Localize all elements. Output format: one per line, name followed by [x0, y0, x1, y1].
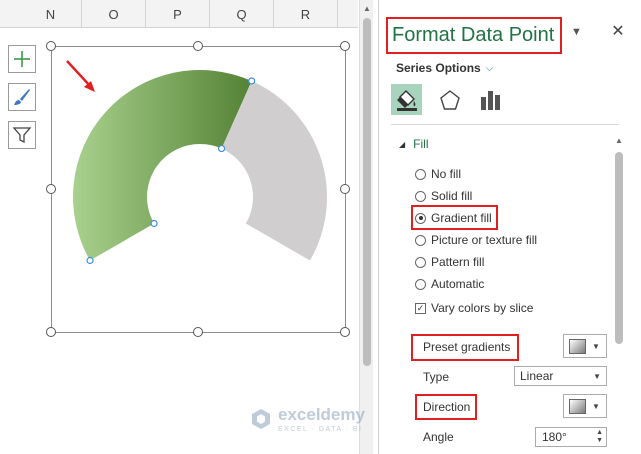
automatic-fill-radio[interactable] — [415, 278, 426, 290]
preset-gradients-label: Preset gradients — [423, 340, 511, 354]
watermark: exceldemy EXCEL · DATA · BI — [250, 405, 365, 433]
vary-colors-label: Vary colors by slice — [431, 301, 534, 315]
dropdown-arrow-icon: ▼ — [593, 371, 601, 381]
column-header-n[interactable]: N — [20, 0, 82, 28]
point-selection-handle-2[interactable] — [248, 77, 256, 85]
column-header-q[interactable]: Q — [210, 0, 274, 28]
solid-fill-radio[interactable] — [415, 190, 426, 202]
pattern-fill-option[interactable]: Pattern fill — [415, 255, 484, 269]
gradient-type-select[interactable]: Linear ▼ — [514, 366, 607, 386]
solid-fill-label: Solid fill — [431, 189, 473, 203]
picture-texture-fill-radio[interactable] — [415, 234, 426, 246]
fill-section-header[interactable]: ◢ Fill — [399, 137, 428, 151]
angle-label: Angle — [423, 430, 454, 444]
no-fill-radio[interactable] — [415, 168, 426, 180]
pane-title: Format Data Point — [392, 24, 555, 46]
solid-fill-option[interactable]: Solid fill — [415, 189, 472, 203]
series-options-label: Series Options — [396, 61, 481, 75]
dropdown-arrow-icon: ▼ — [592, 341, 600, 351]
bar-chart-icon — [480, 90, 500, 110]
pane-options-dropdown-icon[interactable]: ▼ — [571, 26, 582, 38]
automatic-fill-label: Automatic — [431, 277, 485, 291]
resize-handle-top-left[interactable] — [46, 41, 56, 51]
scrollbar-thumb[interactable] — [615, 152, 623, 344]
angle-spinner[interactable]: 180° ▲ ▼ — [535, 427, 607, 447]
sheet-vertical-scrollbar[interactable]: ▲ — [359, 0, 373, 454]
format-data-point-pane: Format Data Point ▼ ✕ Series Options ⌵ ◢… — [378, 0, 641, 454]
resize-handle-bottom[interactable] — [193, 327, 203, 337]
close-button[interactable]: ✕ — [608, 21, 628, 41]
doughnut-slice-1[interactable] — [73, 70, 252, 261]
gradient-swatch-icon — [569, 338, 586, 354]
watermark-name: exceldemy — [278, 405, 365, 424]
dropdown-arrow-icon: ▼ — [592, 401, 600, 411]
gradient-fill-option[interactable]: Gradient fill — [415, 211, 492, 225]
annotation-arrow-icon — [66, 60, 95, 92]
vary-colors-checkbox[interactable]: ✓ — [415, 302, 426, 314]
worksheet-area: N O P Q R — [0, 0, 358, 454]
no-fill-label: No fill — [431, 167, 462, 181]
resize-handle-top[interactable] — [193, 41, 203, 51]
type-label: Type — [423, 370, 450, 384]
pane-vertical-scrollbar[interactable]: ▲ — [613, 136, 625, 454]
column-header-r[interactable]: R — [274, 0, 338, 28]
direction-label: Direction — [423, 400, 471, 414]
chart-elements-button[interactable] — [8, 45, 36, 73]
column-header-row: N O P Q R — [0, 0, 358, 28]
collapse-triangle-icon: ◢ — [399, 139, 406, 149]
excel-window: N O P Q R ▲ Format Data Point ▼ ✕ Series… — [0, 0, 641, 454]
gradient-fill-label: Gradient fill — [431, 211, 492, 225]
preset-gradients-picker[interactable]: ▼ — [563, 334, 607, 358]
no-fill-option[interactable]: No fill — [415, 167, 461, 181]
column-header-o[interactable]: O — [82, 0, 146, 28]
picture-texture-fill-option[interactable]: Picture or texture fill — [415, 233, 537, 247]
chart-filters-button[interactable] — [8, 121, 36, 149]
resize-handle-bottom-right[interactable] — [340, 327, 350, 337]
direction-swatch-icon — [569, 398, 586, 414]
gradient-fill-radio[interactable] — [415, 212, 426, 224]
series-options-tab[interactable] — [474, 84, 505, 115]
fill-line-tab[interactable] — [391, 84, 422, 115]
exceldemy-logo-icon — [252, 409, 270, 429]
pane-divider — [391, 124, 619, 125]
point-selection-handle-1[interactable] — [86, 256, 94, 265]
pane-title-highlight: Format Data Point — [386, 17, 562, 54]
resize-handle-bottom-left[interactable] — [46, 327, 56, 337]
direction-picker[interactable]: ▼ — [563, 394, 607, 418]
chevron-down-icon: ⌵ — [485, 62, 494, 74]
angle-value: 180° — [542, 430, 567, 444]
point-selection-handle-4[interactable] — [150, 219, 158, 228]
pattern-fill-radio[interactable] — [415, 256, 426, 268]
plus-icon — [14, 51, 30, 67]
gradient-type-value: Linear — [520, 369, 554, 383]
watermark-text: exceldemy EXCEL · DATA · BI — [278, 405, 365, 433]
scroll-up-icon[interactable]: ▲ — [613, 136, 625, 145]
effects-tab[interactable] — [434, 84, 465, 115]
series-options-menu[interactable]: Series Options ⌵ — [396, 61, 493, 75]
pentagon-icon — [439, 89, 460, 110]
scroll-up-icon[interactable]: ▲ — [360, 0, 374, 16]
resize-handle-top-right[interactable] — [340, 41, 350, 51]
resize-handle-right[interactable] — [340, 184, 350, 194]
column-header-p[interactable]: P — [146, 0, 210, 28]
vary-colors-option[interactable]: ✓ Vary colors by slice — [415, 301, 533, 315]
automatic-fill-option[interactable]: Automatic — [415, 277, 484, 291]
paint-bucket-icon — [396, 89, 417, 111]
chart-styles-button[interactable] — [8, 83, 36, 111]
brush-icon — [14, 89, 30, 105]
fill-section-label: Fill — [413, 137, 429, 151]
spinner-arrows-icon[interactable]: ▲ ▼ — [596, 429, 603, 445]
scrollbar-thumb[interactable] — [363, 18, 371, 366]
pattern-fill-label: Pattern fill — [431, 255, 485, 269]
watermark-tagline: EXCEL · DATA · BI — [278, 426, 363, 433]
picture-texture-fill-label: Picture or texture fill — [431, 233, 538, 247]
point-selection-handle-3[interactable] — [217, 144, 226, 153]
funnel-icon — [12, 127, 32, 144]
resize-handle-left[interactable] — [46, 184, 56, 194]
